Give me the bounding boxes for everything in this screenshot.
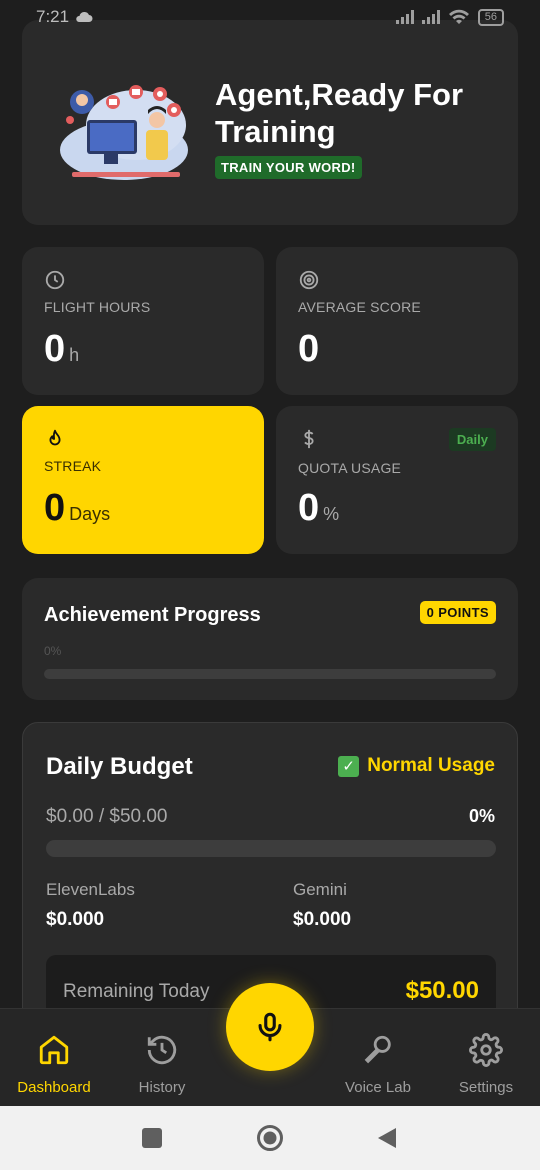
daily-tag: Daily — [448, 428, 496, 451]
budget-status: ✓ Normal Usage — [338, 755, 495, 777]
budget-progress-bar — [46, 840, 496, 857]
quota-usage-card[interactable]: Daily QUOTA USAGE 0% — [276, 406, 518, 554]
flight-hours-label: FLIGHT HOURS — [44, 299, 151, 315]
hero-title: Agent,Ready For Training — [215, 77, 464, 149]
system-nav-bar — [0, 1106, 540, 1170]
wifi-icon — [448, 9, 469, 24]
quota-usage-unit: % — [323, 504, 340, 524]
provider-gemini-label: Gemini — [293, 880, 347, 899]
points-badge: 0 POINTS — [419, 601, 496, 624]
status-left: 7:21 — [36, 7, 93, 27]
provider-elevenlabs-value: $0.000 — [46, 909, 105, 930]
average-score-label: AVERAGE SCORE — [298, 299, 421, 315]
cloud-icon — [76, 11, 93, 22]
budget-title: Daily Budget — [46, 753, 193, 780]
remaining-value: $50.00 — [405, 977, 479, 1004]
tab-settings-label: Settings — [458, 1079, 514, 1096]
signal-2-icon — [421, 10, 440, 24]
hero-badge: TRAIN YOUR WORD! — [215, 156, 362, 179]
flight-hours-card[interactable]: FLIGHT HOURS 0h — [22, 247, 264, 395]
streak-unit: Days — [69, 504, 111, 524]
home-button[interactable] — [256, 1124, 284, 1152]
back-button[interactable] — [376, 1126, 398, 1150]
check-icon: ✓ — [338, 755, 360, 777]
remaining-label: Remaining Today — [63, 981, 210, 1002]
budget-amount: $0.00 / $50.00 — [46, 806, 168, 827]
streak-number: 0 — [44, 487, 66, 529]
microphone-outline-icon — [364, 1035, 391, 1064]
quota-usage-label: QUOTA USAGE — [298, 460, 402, 476]
tab-voice-lab-label: Voice Lab — [345, 1079, 411, 1096]
streak-card[interactable]: STREAK 0 Days — [22, 406, 264, 554]
provider-gemini-value: $0.000 — [293, 909, 352, 930]
microphone-icon — [258, 1012, 282, 1042]
tab-dashboard-label: Dashboard — [17, 1079, 91, 1096]
status-right: 56 — [395, 8, 504, 26]
achievement-card: Achievement Progress 0 POINTS 0% — [22, 578, 518, 700]
flight-hours-unit: h — [69, 345, 80, 365]
clock-icon — [45, 270, 65, 290]
dollar-icon — [304, 429, 314, 449]
tab-settings[interactable]: Settings — [432, 1009, 540, 1107]
achievement-title: Achievement Progress — [44, 604, 261, 626]
streak-label: STREAK — [44, 458, 102, 474]
achievement-progress-bar — [44, 669, 496, 679]
hero-card: Agent,Ready For Training TRAIN YOUR WORD… — [22, 20, 518, 225]
flame-icon — [49, 429, 61, 446]
budget-status-text: Normal Usage — [367, 755, 495, 776]
budget-percent: 0% — [468, 806, 495, 826]
tab-voice-lab[interactable]: Voice Lab — [324, 1009, 432, 1107]
tab-dashboard[interactable]: Dashboard — [0, 1009, 108, 1107]
provider-elevenlabs-label: ElevenLabs — [46, 880, 135, 899]
quota-usage-value: 0% — [298, 486, 339, 536]
average-score-card[interactable]: AVERAGE SCORE 0 — [276, 247, 518, 395]
battery-indicator: 56 — [477, 8, 504, 26]
status-bar: 7:21 56 — [0, 0, 540, 34]
record-mic-button[interactable] — [226, 983, 314, 1071]
streak-value: 0 Days — [44, 486, 110, 536]
tab-history[interactable]: History — [108, 1009, 216, 1107]
gear-icon — [469, 1033, 503, 1067]
average-score-value: 0 — [298, 328, 320, 370]
history-icon — [147, 1035, 177, 1065]
signal-icon — [395, 10, 414, 24]
clock: 7:21 — [36, 7, 70, 26]
flight-hours-value: 0h — [44, 327, 79, 377]
recents-button[interactable] — [142, 1128, 162, 1148]
achievement-percent: 0% — [44, 644, 62, 658]
flight-hours-number: 0 — [44, 328, 66, 370]
home-icon — [39, 1035, 69, 1065]
target-icon — [299, 270, 319, 290]
training-illustration — [60, 85, 188, 180]
quota-usage-number: 0 — [298, 487, 320, 529]
tab-history-label: History — [138, 1079, 186, 1096]
